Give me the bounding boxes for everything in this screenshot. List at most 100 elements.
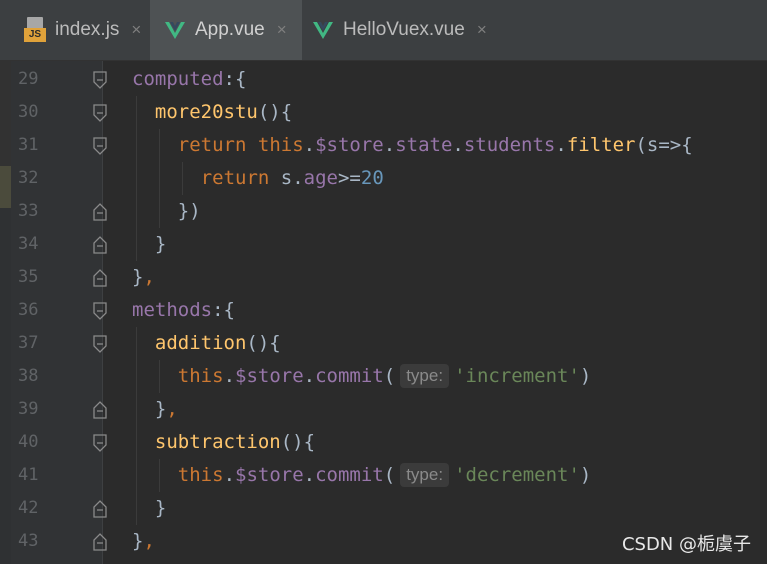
code-token: s. bbox=[280, 167, 304, 189]
indent-guide bbox=[136, 327, 137, 525]
code-token: . bbox=[452, 134, 464, 156]
left-tool-strip bbox=[0, 61, 11, 564]
fold-close-icon[interactable] bbox=[92, 500, 108, 518]
line-number: 31 bbox=[18, 135, 39, 155]
code-line: more20stu(){ bbox=[155, 96, 292, 129]
code-token: , bbox=[143, 266, 155, 288]
vue-file-icon bbox=[165, 22, 185, 39]
close-icon[interactable]: × bbox=[131, 20, 141, 40]
code-token: >= bbox=[337, 167, 361, 189]
line-number: 38 bbox=[18, 366, 39, 386]
line-number: 39 bbox=[18, 399, 39, 419]
parameter-hint: type: bbox=[400, 463, 450, 487]
code-token: } bbox=[154, 233, 167, 255]
code-token: } bbox=[132, 530, 144, 552]
tab-app-vue[interactable]: App.vue × bbox=[150, 0, 302, 60]
code-token: 20 bbox=[360, 167, 384, 189]
code-token: } bbox=[132, 266, 144, 288]
fold-close-icon[interactable] bbox=[92, 203, 108, 221]
code-token: . bbox=[303, 365, 316, 387]
close-icon[interactable]: × bbox=[477, 20, 487, 40]
code-line: subtraction(){ bbox=[155, 426, 315, 459]
code-token: subtraction bbox=[154, 431, 281, 453]
code-token: :{ bbox=[223, 68, 247, 90]
code-token: ( bbox=[383, 464, 396, 486]
code-line: return this.$store.state.students.filter… bbox=[178, 129, 693, 162]
code-line: methods:{ bbox=[132, 294, 235, 327]
code-token: $store bbox=[235, 464, 304, 486]
code-token: 'increment' bbox=[454, 365, 580, 387]
code-line: } bbox=[155, 492, 166, 525]
line-number: 40 bbox=[18, 432, 39, 452]
line-number: 43 bbox=[18, 531, 39, 551]
code-line: } bbox=[155, 228, 166, 261]
code-token: (){ bbox=[246, 332, 281, 354]
line-number: 32 bbox=[18, 168, 39, 188]
code-token: ) bbox=[579, 464, 592, 486]
code-token: this bbox=[177, 464, 224, 486]
code-token: 'decrement' bbox=[454, 464, 580, 486]
indent-guide bbox=[158, 129, 160, 228]
code-token: $store bbox=[315, 134, 384, 156]
indent-guide bbox=[158, 459, 160, 492]
code-token: more20stu bbox=[154, 101, 258, 123]
code-token: students bbox=[463, 134, 556, 156]
close-icon[interactable]: × bbox=[277, 20, 287, 40]
watermark: CSDN @栀虞子 bbox=[621, 534, 751, 555]
code-token: filter bbox=[566, 134, 636, 156]
code-token: ) bbox=[579, 365, 592, 387]
indent-guide bbox=[181, 162, 183, 195]
fold-open-icon[interactable] bbox=[92, 71, 108, 89]
indent-guide bbox=[136, 96, 137, 261]
code-token: ( bbox=[383, 365, 396, 387]
code-token: state bbox=[395, 134, 453, 156]
code-token: }) bbox=[177, 200, 201, 222]
code-line: addition(){ bbox=[155, 327, 281, 360]
code-token: methods bbox=[132, 299, 213, 321]
code-line: computed:{ bbox=[132, 63, 246, 96]
code-line: this.$store.commit(type:'decrement') bbox=[177, 459, 592, 492]
code-token: . bbox=[383, 134, 396, 156]
code-token: (){ bbox=[280, 431, 316, 453]
code-token: this bbox=[177, 365, 224, 387]
line-number: 34 bbox=[18, 234, 39, 254]
code-token: :{ bbox=[212, 299, 235, 321]
tab-hellovuex-vue[interactable]: HelloVuex.vue × bbox=[302, 0, 502, 60]
code-token: . bbox=[223, 365, 236, 387]
code-token: } bbox=[154, 398, 167, 420]
line-number: 41 bbox=[18, 465, 39, 485]
code-line: }, bbox=[132, 525, 155, 558]
fold-open-icon[interactable] bbox=[92, 335, 108, 353]
editor-tab-bar: JS index.js × App.vue × HelloVuex.vue × bbox=[0, 0, 767, 61]
tab-label: HelloVuex.vue bbox=[343, 19, 465, 40]
fold-open-icon[interactable] bbox=[92, 302, 108, 320]
line-number: 29 bbox=[18, 69, 39, 89]
code-token: addition bbox=[154, 332, 247, 354]
code-line: }, bbox=[132, 261, 155, 294]
fold-open-icon[interactable] bbox=[92, 104, 108, 122]
code-token: . bbox=[555, 134, 567, 156]
code-editor[interactable]: 29 30 31 32 33 34 35 36 37 38 39 40 41 42 43 computed:{… bbox=[0, 61, 767, 564]
fold-close-icon[interactable] bbox=[92, 533, 108, 551]
code-token: . bbox=[303, 134, 316, 156]
code-token: (){ bbox=[257, 101, 293, 123]
code-token: return bbox=[200, 167, 281, 189]
line-number: 33 bbox=[18, 201, 39, 221]
fold-close-icon[interactable] bbox=[92, 269, 108, 287]
tab-label: App.vue bbox=[195, 19, 265, 40]
code-token: . bbox=[303, 464, 316, 486]
code-token: , bbox=[166, 398, 178, 420]
code-token: commit bbox=[315, 464, 384, 486]
code-token: $store bbox=[235, 365, 304, 387]
fold-close-icon[interactable] bbox=[92, 236, 108, 254]
code-token: age bbox=[303, 167, 338, 189]
code-token: , bbox=[143, 530, 155, 552]
tab-index-js[interactable]: JS index.js × bbox=[14, 0, 150, 60]
line-number: 42 bbox=[18, 498, 39, 518]
fold-open-icon[interactable] bbox=[92, 137, 108, 155]
fold-close-icon[interactable] bbox=[92, 401, 108, 419]
fold-open-icon[interactable] bbox=[92, 434, 108, 452]
js-file-icon: JS bbox=[24, 17, 46, 43]
code-line: this.$store.commit(type:'increment') bbox=[177, 360, 592, 393]
line-number: 35 bbox=[18, 267, 39, 287]
